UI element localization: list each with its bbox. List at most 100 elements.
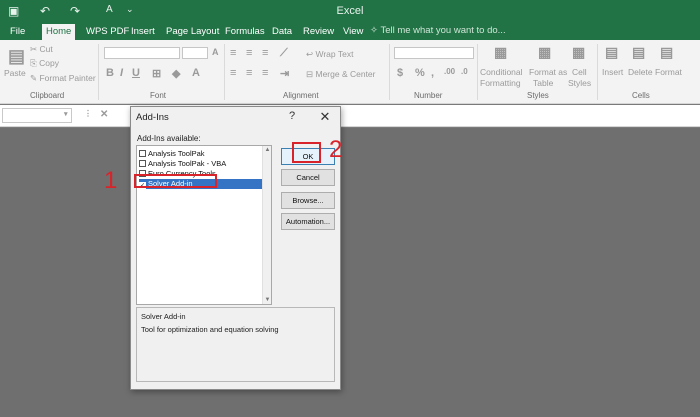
format-as-table-icon[interactable]: ▦ <box>538 44 551 61</box>
copy-icon: ⎘ <box>30 58 40 68</box>
description-text: Tool for optimization and equation solvi… <box>141 325 279 334</box>
decrease-decimal-icon[interactable]: .0 <box>461 67 468 76</box>
tab-formulas[interactable]: Formulas <box>221 25 269 38</box>
cell-styles-icon[interactable]: ▦ <box>572 44 585 61</box>
align-center-icon[interactable]: ≡ <box>246 67 252 79</box>
help-icon[interactable]: ? <box>289 110 295 122</box>
format-painter-button[interactable]: ✎ Format Painter <box>30 73 96 84</box>
group-label-styles: Styles <box>527 91 549 100</box>
step-number-1: 1 <box>104 167 118 194</box>
conditional-formatting-button[interactable]: Conditional <box>480 67 523 77</box>
cell-styles-label: Styles <box>568 78 592 88</box>
automation-button[interactable]: Automation... <box>281 213 335 230</box>
currency-icon[interactable]: $ <box>397 67 403 79</box>
underline-icon[interactable]: U <box>132 67 140 79</box>
merge-center-button[interactable]: ⊟ Merge & Center <box>306 69 375 80</box>
add-ins-available-label: Add-Ins available: <box>137 134 201 143</box>
font-color-icon[interactable]: A <box>192 67 200 79</box>
tab-insert[interactable]: Insert <box>127 25 159 38</box>
cancel-entry-icon[interactable]: ✕ <box>100 109 108 120</box>
title-bar: ▣ ↶ ↷ A ⌄ Excel <box>0 0 700 24</box>
group-label-clipboard: Clipboard <box>30 91 65 100</box>
cancel-button[interactable]: Cancel <box>281 169 335 186</box>
group-label-alignment: Alignment <box>283 91 319 100</box>
tab-view[interactable]: View <box>339 25 367 38</box>
increase-decimal-icon[interactable]: .00 <box>444 67 455 76</box>
highlight-solver-add-in <box>134 174 217 188</box>
lightbulb-icon: ✧ <box>370 25 381 36</box>
italic-icon[interactable]: I <box>120 67 123 79</box>
checkbox[interactable] <box>139 150 146 157</box>
step-number-2: 2 <box>329 136 343 163</box>
separator-dots-icon: ⋮ <box>84 109 92 118</box>
checkbox[interactable] <box>139 160 146 167</box>
insert-cells-icon[interactable]: ▤ <box>605 44 618 61</box>
tab-file[interactable]: File <box>6 25 29 38</box>
list-item-analysis-toolpak[interactable]: Analysis ToolPak <box>139 149 262 159</box>
close-icon[interactable]: ✕ <box>317 109 333 125</box>
cell-styles-button[interactable]: Cell <box>572 67 587 77</box>
paste-button[interactable]: Paste <box>4 68 26 78</box>
percent-icon[interactable]: % <box>415 67 425 79</box>
highlight-ok-button <box>292 142 321 163</box>
add-ins-list[interactable]: Analysis ToolPak Analysis ToolPak - VBA … <box>136 145 272 305</box>
indent-icon[interactable]: ⇥ <box>280 67 289 80</box>
number-format-combo[interactable] <box>394 47 474 59</box>
orientation-icon[interactable]: ⟋ <box>280 47 288 60</box>
wrap-text-button[interactable]: ↩ Wrap Text <box>306 49 353 60</box>
align-middle-icon[interactable]: ≡ <box>246 47 252 59</box>
list-scrollbar[interactable]: ▲ ▼ <box>262 146 271 304</box>
separator <box>224 44 225 100</box>
group-label-cells: Cells <box>632 91 650 100</box>
format-as-table-label: Table <box>533 78 554 88</box>
separator <box>389 44 390 100</box>
window-title: Excel <box>336 5 364 17</box>
align-left-icon[interactable]: ≡ <box>230 67 236 79</box>
ribbon-tabs: File Home WPS PDF Insert Page Layout For… <box>0 24 700 40</box>
font-name-combo[interactable] <box>104 47 180 59</box>
name-box[interactable] <box>2 108 72 123</box>
conditional-formatting-icon[interactable]: ▦ <box>494 44 507 61</box>
align-bottom-icon[interactable]: ≡ <box>262 47 268 59</box>
insert-cells-button[interactable]: Insert <box>602 67 623 77</box>
dialog-title: Add-Ins <box>136 112 169 123</box>
conditional-formatting-label: Formatting <box>480 78 521 88</box>
delete-cells-icon[interactable]: ▤ <box>632 44 645 61</box>
align-right-icon[interactable]: ≡ <box>262 67 268 79</box>
delete-cells-button[interactable]: Delete <box>628 67 653 77</box>
group-label-number: Number <box>414 91 443 100</box>
scroll-down-icon[interactable]: ▼ <box>263 297 272 303</box>
scroll-up-icon[interactable]: ▲ <box>263 147 272 153</box>
list-item-analysis-toolpak-vba[interactable]: Analysis ToolPak - VBA <box>139 159 262 169</box>
browse-button[interactable]: Browse... <box>281 192 335 209</box>
align-top-icon[interactable]: ≡ <box>230 47 236 59</box>
separator <box>477 44 478 100</box>
name-box-dropdown-icon[interactable]: ▾ <box>64 110 68 118</box>
tab-home[interactable]: Home <box>42 24 76 40</box>
separator <box>597 44 598 100</box>
excel-window: ▣ ↶ ↷ A ⌄ Excel File Home WPS PDF Insert… <box>0 0 700 417</box>
comma-icon[interactable]: , <box>431 67 434 79</box>
format-as-table-button[interactable]: Format as <box>529 67 567 77</box>
format-cells-icon[interactable]: ▤ <box>660 44 673 61</box>
tab-wps-pdf[interactable]: WPS PDF <box>82 25 133 38</box>
tab-data[interactable]: Data <box>268 25 296 38</box>
format-cells-button[interactable]: Format <box>655 67 682 77</box>
description-panel: Solver Add-in Tool for optimization and … <box>136 307 335 382</box>
description-title: Solver Add-in <box>141 312 186 321</box>
grow-font-icon[interactable]: A <box>212 47 219 57</box>
tell-me-search[interactable]: ✧ Tell me what you want to do... <box>370 25 506 36</box>
ribbon: ▤ Paste ✂ Cut ⎘ Copy ✎ Format Painter Cl… <box>0 40 700 104</box>
group-label-font: Font <box>150 91 167 100</box>
tab-page-layout[interactable]: Page Layout <box>162 25 223 38</box>
paste-icon[interactable]: ▤ <box>8 46 25 67</box>
borders-icon[interactable]: ⊞ <box>152 67 161 80</box>
fill-color-icon[interactable]: ◆ <box>172 67 180 80</box>
font-size-combo[interactable] <box>182 47 208 59</box>
tab-review[interactable]: Review <box>299 25 338 38</box>
bold-icon[interactable]: B <box>106 67 114 79</box>
separator <box>98 44 99 100</box>
cut-button[interactable]: ✂ Cut <box>30 44 53 55</box>
formula-bar: ▾ ⋮ ✕ <box>0 105 700 127</box>
copy-button[interactable]: ⎘ Copy <box>30 58 59 69</box>
